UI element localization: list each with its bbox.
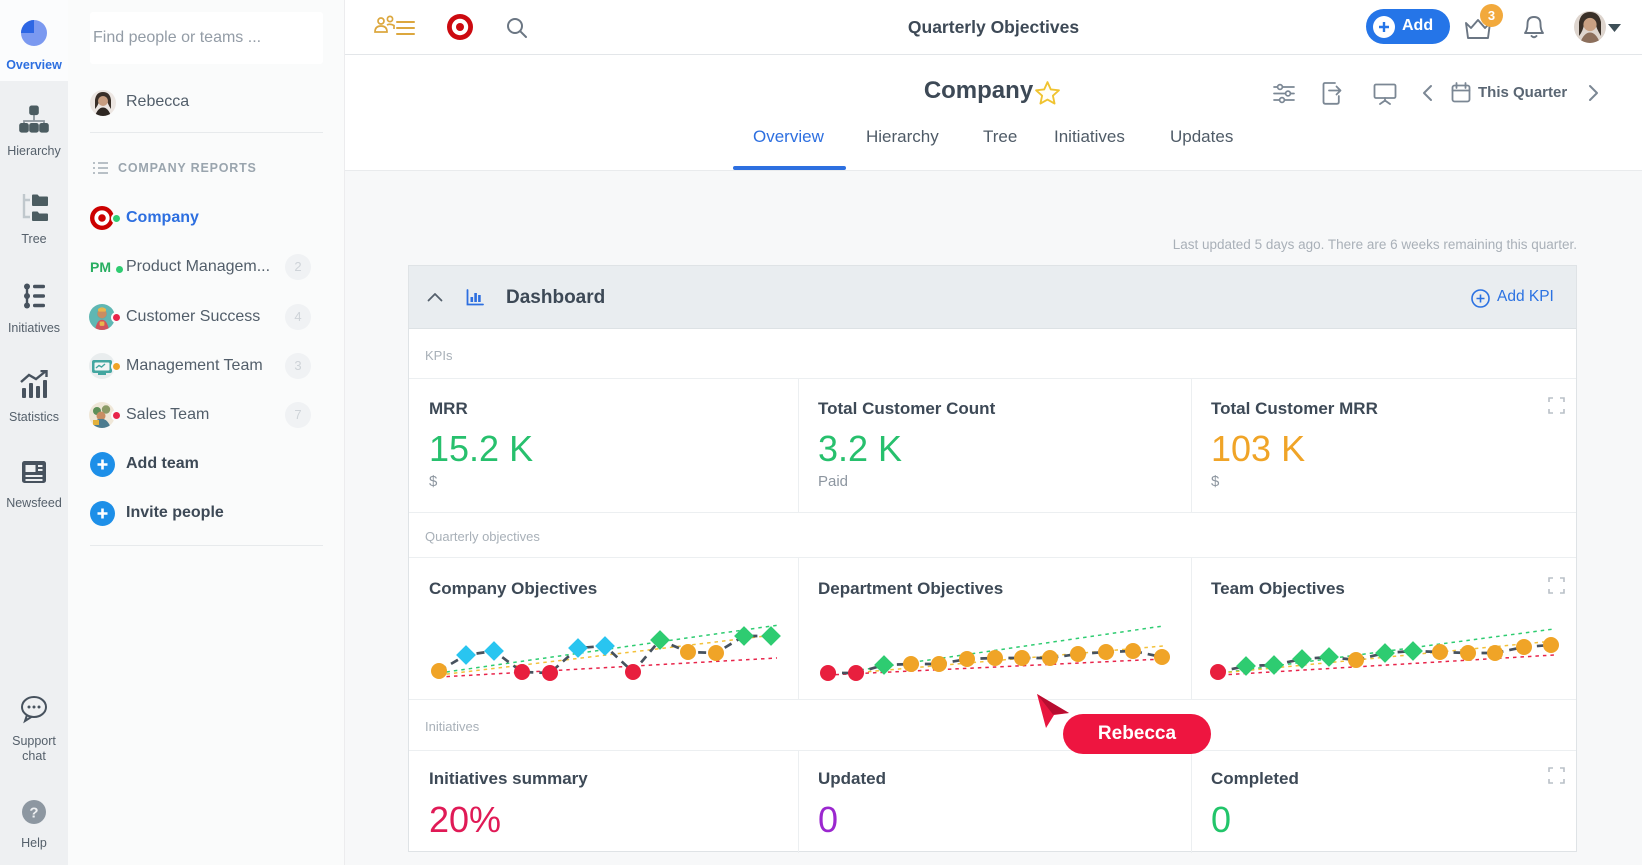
svg-text:?: ? xyxy=(29,805,38,822)
